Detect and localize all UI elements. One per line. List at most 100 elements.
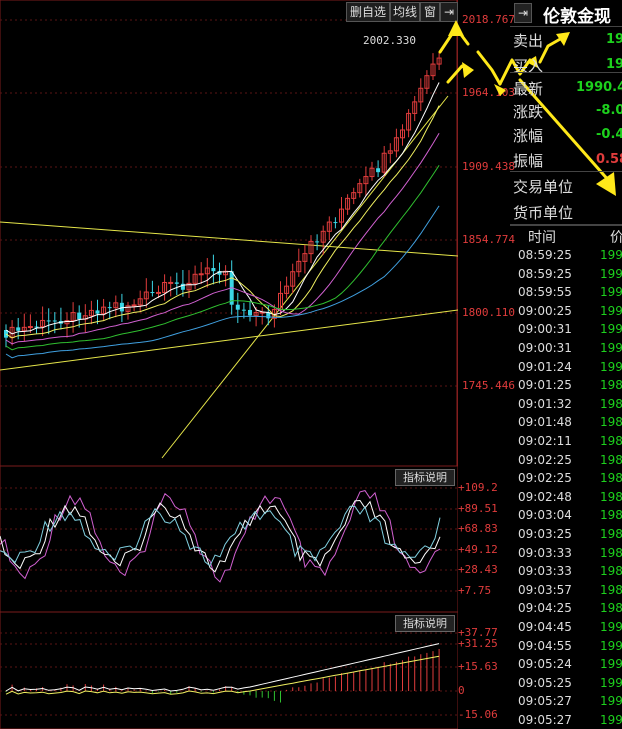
tick-time: 09:02:25: [518, 471, 572, 486]
tick-time: 09:04:55: [518, 638, 572, 653]
window-button[interactable]: 窗: [420, 2, 440, 22]
quote-label: 最新: [513, 80, 544, 98]
price-axis-label: 1745.446: [462, 379, 515, 392]
tick-time: 09:05:27: [518, 694, 572, 709]
candle-body: [241, 309, 246, 311]
candle-body: [52, 320, 57, 322]
indicator-help-button-2[interactable]: 指标说明: [395, 615, 455, 632]
candle-body: [168, 281, 174, 284]
candle-body: [150, 292, 155, 294]
indicator2-axis-label: +31.25: [458, 637, 498, 650]
tick-time: 09:03:33: [518, 545, 572, 560]
candle-body: [95, 310, 100, 314]
candle-body: [34, 326, 39, 328]
tick-price: 199: [600, 620, 622, 634]
tick-time: 09:03:25: [518, 527, 572, 541]
tick-time: 09:05:25: [518, 675, 572, 690]
tick-time: 09:05:24: [518, 657, 572, 672]
indicator-help-button-1[interactable]: 指标说明: [395, 469, 455, 486]
quote-value: 0.58: [596, 152, 622, 167]
tick-price: 199: [600, 638, 622, 653]
chart-frame: [0, 0, 458, 466]
tick-time: 09:04:25: [518, 601, 572, 616]
tick-price: 199: [600, 341, 622, 355]
quote-value: 1990.40: [576, 80, 622, 95]
tick-price: 199: [600, 285, 622, 300]
price-axis-label: 1800.110: [462, 306, 515, 319]
candle-body: [211, 268, 216, 272]
tick-price: 199: [600, 359, 622, 374]
indicator2-axis-label: +15.63: [458, 660, 498, 673]
tick-time: 09:03:57: [518, 582, 572, 597]
indicator1-axis-label: +7.75: [458, 584, 492, 597]
tick-price: 199: [600, 694, 622, 709]
price-axis-label: 1909.438: [462, 160, 515, 173]
tick-time: 09:02:25: [518, 452, 572, 467]
tick-price: 198: [600, 527, 622, 541]
candle-body: [131, 304, 137, 307]
price-axis-label: 2018.767: [462, 13, 515, 26]
macd-chart: [0, 612, 458, 729]
moving-average-button[interactable]: 均线: [390, 2, 420, 22]
candle-body: [77, 312, 82, 320]
indicator1-axis-label: +68.83: [458, 522, 498, 535]
high-price-label: 2002.330: [363, 34, 416, 47]
indicator1-axis-label: +89.51: [458, 502, 498, 515]
candle-body: [27, 326, 33, 329]
quote-label: 交易单位: [513, 178, 574, 196]
col-time-header: 时间: [528, 230, 556, 246]
tick-price: 199: [600, 675, 622, 690]
tick-price: 198: [600, 564, 622, 579]
tick-price: 198: [600, 508, 622, 523]
candle-body: [248, 309, 252, 316]
collapse-icon[interactable]: ⇥: [514, 3, 532, 23]
tick-price: 198: [600, 582, 622, 597]
candle-body: [174, 282, 179, 284]
divider: [510, 171, 622, 172]
tick-time: 09:02:48: [518, 489, 572, 504]
tick-time: 09:00:25: [518, 303, 572, 318]
tick-price: 198: [600, 378, 622, 393]
price-axis-label: 1964.103: [462, 86, 515, 99]
candle-body: [376, 168, 381, 173]
tick-time: 09:05:27: [518, 713, 572, 727]
candle-body: [235, 304, 240, 310]
tick-price: 199: [600, 657, 622, 672]
tick-time: 09:01:48: [518, 415, 572, 430]
tick-price: 198: [600, 545, 622, 560]
tick-price: 198: [600, 452, 622, 467]
tick-time: 09:01:32: [518, 396, 572, 411]
quote-label: 货币单位: [513, 204, 574, 222]
tick-time: 08:59:25: [518, 266, 572, 281]
tick-price: 199: [600, 322, 622, 337]
quote-label: 振幅: [513, 152, 544, 170]
tick-time: 09:00:31: [518, 322, 572, 337]
quote-value: -0.40: [596, 127, 622, 142]
quote-label: 涨幅: [513, 127, 544, 145]
candlestick-chart: [0, 0, 458, 466]
tick-time: 09:00:31: [518, 341, 572, 355]
candle-body: [107, 307, 112, 309]
main-chart[interactable]: [0, 0, 458, 466]
indicator-panel-macd[interactable]: [0, 612, 458, 729]
candle-body: [198, 273, 204, 276]
tick-time: 09:01:25: [518, 378, 572, 393]
candle-body: [119, 302, 124, 312]
indicator2-axis-label: -15.06: [458, 708, 498, 721]
indicator1-axis-label: +49.12: [458, 543, 498, 556]
quote-title: 伦敦金现: [543, 7, 611, 27]
quote-label: 涨跌: [513, 103, 544, 121]
tick-price: 198: [600, 415, 622, 430]
quote-value: -8.08: [596, 103, 622, 118]
tick-price: 198: [600, 471, 622, 486]
divider: [510, 72, 622, 73]
indicator1-axis-label: +28.43: [458, 563, 498, 576]
col-price-header: 价: [610, 230, 622, 246]
candle-body: [16, 327, 21, 331]
tick-price: 199: [600, 266, 622, 281]
indicator-panel-kdj[interactable]: [0, 466, 458, 612]
pin-icon[interactable]: ⇥: [440, 2, 458, 22]
tick-price: 199: [600, 303, 622, 318]
delete-watchlist-button[interactable]: 删自选: [346, 2, 390, 22]
quote-value: 19: [606, 57, 622, 72]
